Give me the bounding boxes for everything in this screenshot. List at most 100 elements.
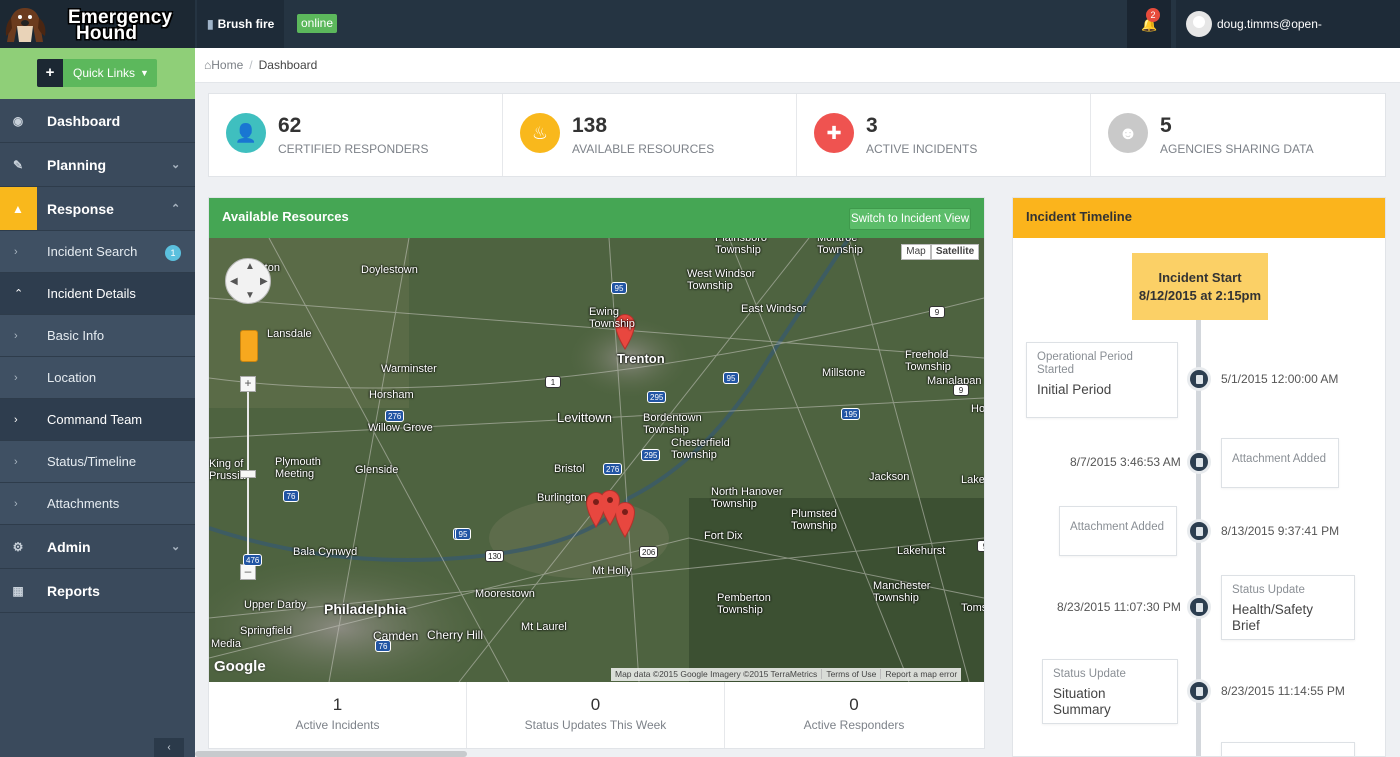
sidebar-item-planning[interactable]: ✎ Planning ⌄ <box>0 143 195 187</box>
sidebar-item-label: Response <box>47 201 114 217</box>
route-shield: 1 <box>545 376 561 388</box>
map-label: Plymouth Meeting <box>275 456 321 480</box>
gear-icon: ⚙ <box>12 540 24 554</box>
pan-down-icon: ▼ <box>245 290 255 301</box>
chevron-up-icon: ⌃ <box>171 203 181 215</box>
route-shield: 9 <box>953 384 969 396</box>
street-view-pegman-icon[interactable] <box>240 330 258 362</box>
sidebar-item-location[interactable]: › Location <box>0 357 195 399</box>
switch-to-incident-view-button[interactable]: Switch to Incident View <box>849 208 971 230</box>
incident-start-date: 8/12/2015 at 2:15pm <box>1138 288 1262 303</box>
timeline-entry-card[interactable]: Status Update Situation Summary <box>1042 659 1178 724</box>
quick-links-button[interactable]: + Quick Links ▼ <box>37 59 157 87</box>
stat-available-resources: ♨ 138 AVAILABLE RESOURCES <box>503 94 797 176</box>
stat-agencies-sharing-data: ☻ 5 AGENCIES SHARING DATA <box>1091 94 1385 176</box>
app-logo[interactable]: Emergency Hound <box>0 0 195 48</box>
map-type-map-button[interactable]: Map <box>901 244 931 260</box>
notifications-button[interactable]: 🔔 2 <box>1127 0 1171 48</box>
timeline-title: Incident Timeline <box>1013 198 1385 238</box>
map-pan-control[interactable]: ▲ ▼ ◀ ▶ <box>225 258 271 304</box>
route-shield: 476 <box>243 554 263 566</box>
timeline-entry-kind: Attachment Added <box>1232 453 1326 465</box>
map-label: Plainsboro Township <box>715 238 767 256</box>
sidebar-item-label: Command Team <box>47 412 143 427</box>
sidebar-item-command-team[interactable]: › Command Team <box>0 399 195 441</box>
timeline-entry-kind: Operational Period Started <box>1037 351 1133 376</box>
timeline-entry-card[interactable] <box>1221 742 1355 756</box>
user-menu[interactable]: doug.timms@open-environment.org <box>1176 0 1400 79</box>
current-incident-button[interactable]: ▮ Brush fire <box>197 0 285 48</box>
document-icon <box>1187 519 1211 543</box>
breadcrumb-home-link[interactable]: Home <box>211 58 243 72</box>
stat-caption: ACTIVE INCIDENTS <box>866 142 978 156</box>
map-label: Willow Grove <box>368 422 433 434</box>
timeline-entry-value: Situation Summary <box>1053 686 1111 717</box>
map-label: Bala Cynwyd <box>293 546 358 558</box>
clipboard-icon: ▮ <box>207 17 214 31</box>
timeline-entry-card[interactable]: Operational Period Started Initial Perio… <box>1026 342 1178 418</box>
sidebar-item-basic-info[interactable]: › Basic Info <box>0 315 195 357</box>
resource-summary: 1 Active Incidents 0 Status Updates This… <box>209 682 984 748</box>
plus-icon: + <box>37 59 63 87</box>
stat-caption: CERTIFIED RESPONDERS <box>278 142 429 156</box>
group-icon: ☻ <box>1108 113 1148 153</box>
summary-status-updates: 0 Status Updates This Week <box>467 682 725 748</box>
sidebar-item-label: Dashboard <box>47 113 121 129</box>
map-data-credit: Map data ©2015 Google Imagery ©2015 Terr… <box>611 669 823 679</box>
timeline-entry-card[interactable]: Status Update Health/Safety Brief <box>1221 575 1355 640</box>
chevron-down-icon: ⌄ <box>171 541 181 553</box>
resource-map[interactable]: Doylestown Lansdale Warminster Horsham W… <box>209 238 984 682</box>
sidebar-item-dashboard[interactable]: ◉ Dashboard <box>0 99 195 143</box>
timeline-entry-card[interactable]: Attachment Added <box>1221 438 1339 488</box>
document-icon <box>1187 679 1211 703</box>
timeline-entry-date: 8/23/2015 11:07:30 PM <box>1057 600 1181 614</box>
sidebar-collapse-button[interactable]: ‹ <box>154 738 184 757</box>
sidebar-item-label: Status/Timeline <box>47 454 137 469</box>
summary-value: 1 <box>332 695 343 714</box>
route-shield: 206 <box>639 546 659 558</box>
timeline-entry-kind: Attachment Added <box>1070 521 1164 533</box>
map-label: Media <box>211 638 241 650</box>
route-shield: 95 <box>455 528 471 540</box>
stat-value: 5 <box>1160 114 1172 137</box>
chevron-right-icon: › <box>14 498 18 510</box>
sidebar-item-attachments[interactable]: › Attachments <box>0 483 195 525</box>
sidebar-item-status-timeline[interactable]: › Status/Timeline <box>0 441 195 483</box>
stat-caption: AVAILABLE RESOURCES <box>572 142 715 156</box>
hound-logo-icon <box>5 8 46 42</box>
sidebar-item-reports[interactable]: ▦ Reports <box>0 569 195 613</box>
map-type-satellite-button[interactable]: Satellite <box>931 244 979 260</box>
map-label: Levittown <box>557 410 612 425</box>
timeline-entry-card[interactable]: Attachment Added <box>1059 506 1177 556</box>
fire-extinguisher-icon: ♨ <box>520 113 560 153</box>
sidebar-item-incident-search[interactable]: › Incident Search 1 <box>0 231 195 273</box>
map-label: Chesterfield Township <box>671 437 730 461</box>
sidebar-item-response[interactable]: ▲ Response ⌃ <box>0 187 195 231</box>
sidebar-item-incident-details[interactable]: ⌃ Incident Details <box>0 273 195 315</box>
report-map-error-link[interactable]: Report a map error <box>881 669 961 679</box>
top-bar: Emergency Hound ▮ Brush fire online 🔔 2 d… <box>0 0 1400 79</box>
timeline-entry-value: Initial Period <box>1037 382 1112 397</box>
sidebar-item-admin[interactable]: ⚙ Admin ⌄ <box>0 525 195 569</box>
map-label: Manchester Township <box>873 580 931 604</box>
map-label: Warminster <box>381 363 437 375</box>
caret-down-icon: ▼ <box>140 68 149 78</box>
map-label: Millstone <box>822 367 866 379</box>
breadcrumb-separator: / <box>249 58 253 72</box>
map-label: Trenton <box>617 351 665 366</box>
zoom-slider-handle[interactable] <box>240 470 256 478</box>
map-label: Lakehurst <box>897 545 946 557</box>
summary-active-responders: 0 Active Responders <box>725 682 983 748</box>
stat-value: 62 <box>278 114 302 137</box>
incident-start-title: Incident Start <box>1158 270 1242 285</box>
quick-links-label: Quick Links <box>73 66 136 80</box>
zoom-in-button[interactable]: + <box>240 376 256 392</box>
stat-active-incidents: ✚ 3 ACTIVE INCIDENTS <box>797 94 1091 176</box>
horizontal-scrollbar[interactable] <box>195 751 467 757</box>
incident-timeline-card: Incident Timeline Incident Start 8/12/20… <box>1012 197 1386 757</box>
breadcrumb-current: Dashboard <box>258 58 318 72</box>
map-label: Pemberton Township <box>717 592 771 616</box>
terms-of-use-link[interactable]: Terms of Use <box>822 669 882 679</box>
megaphone-icon: ▲ <box>12 202 24 216</box>
stat-caption: AGENCIES SHARING DATA <box>1160 142 1314 156</box>
